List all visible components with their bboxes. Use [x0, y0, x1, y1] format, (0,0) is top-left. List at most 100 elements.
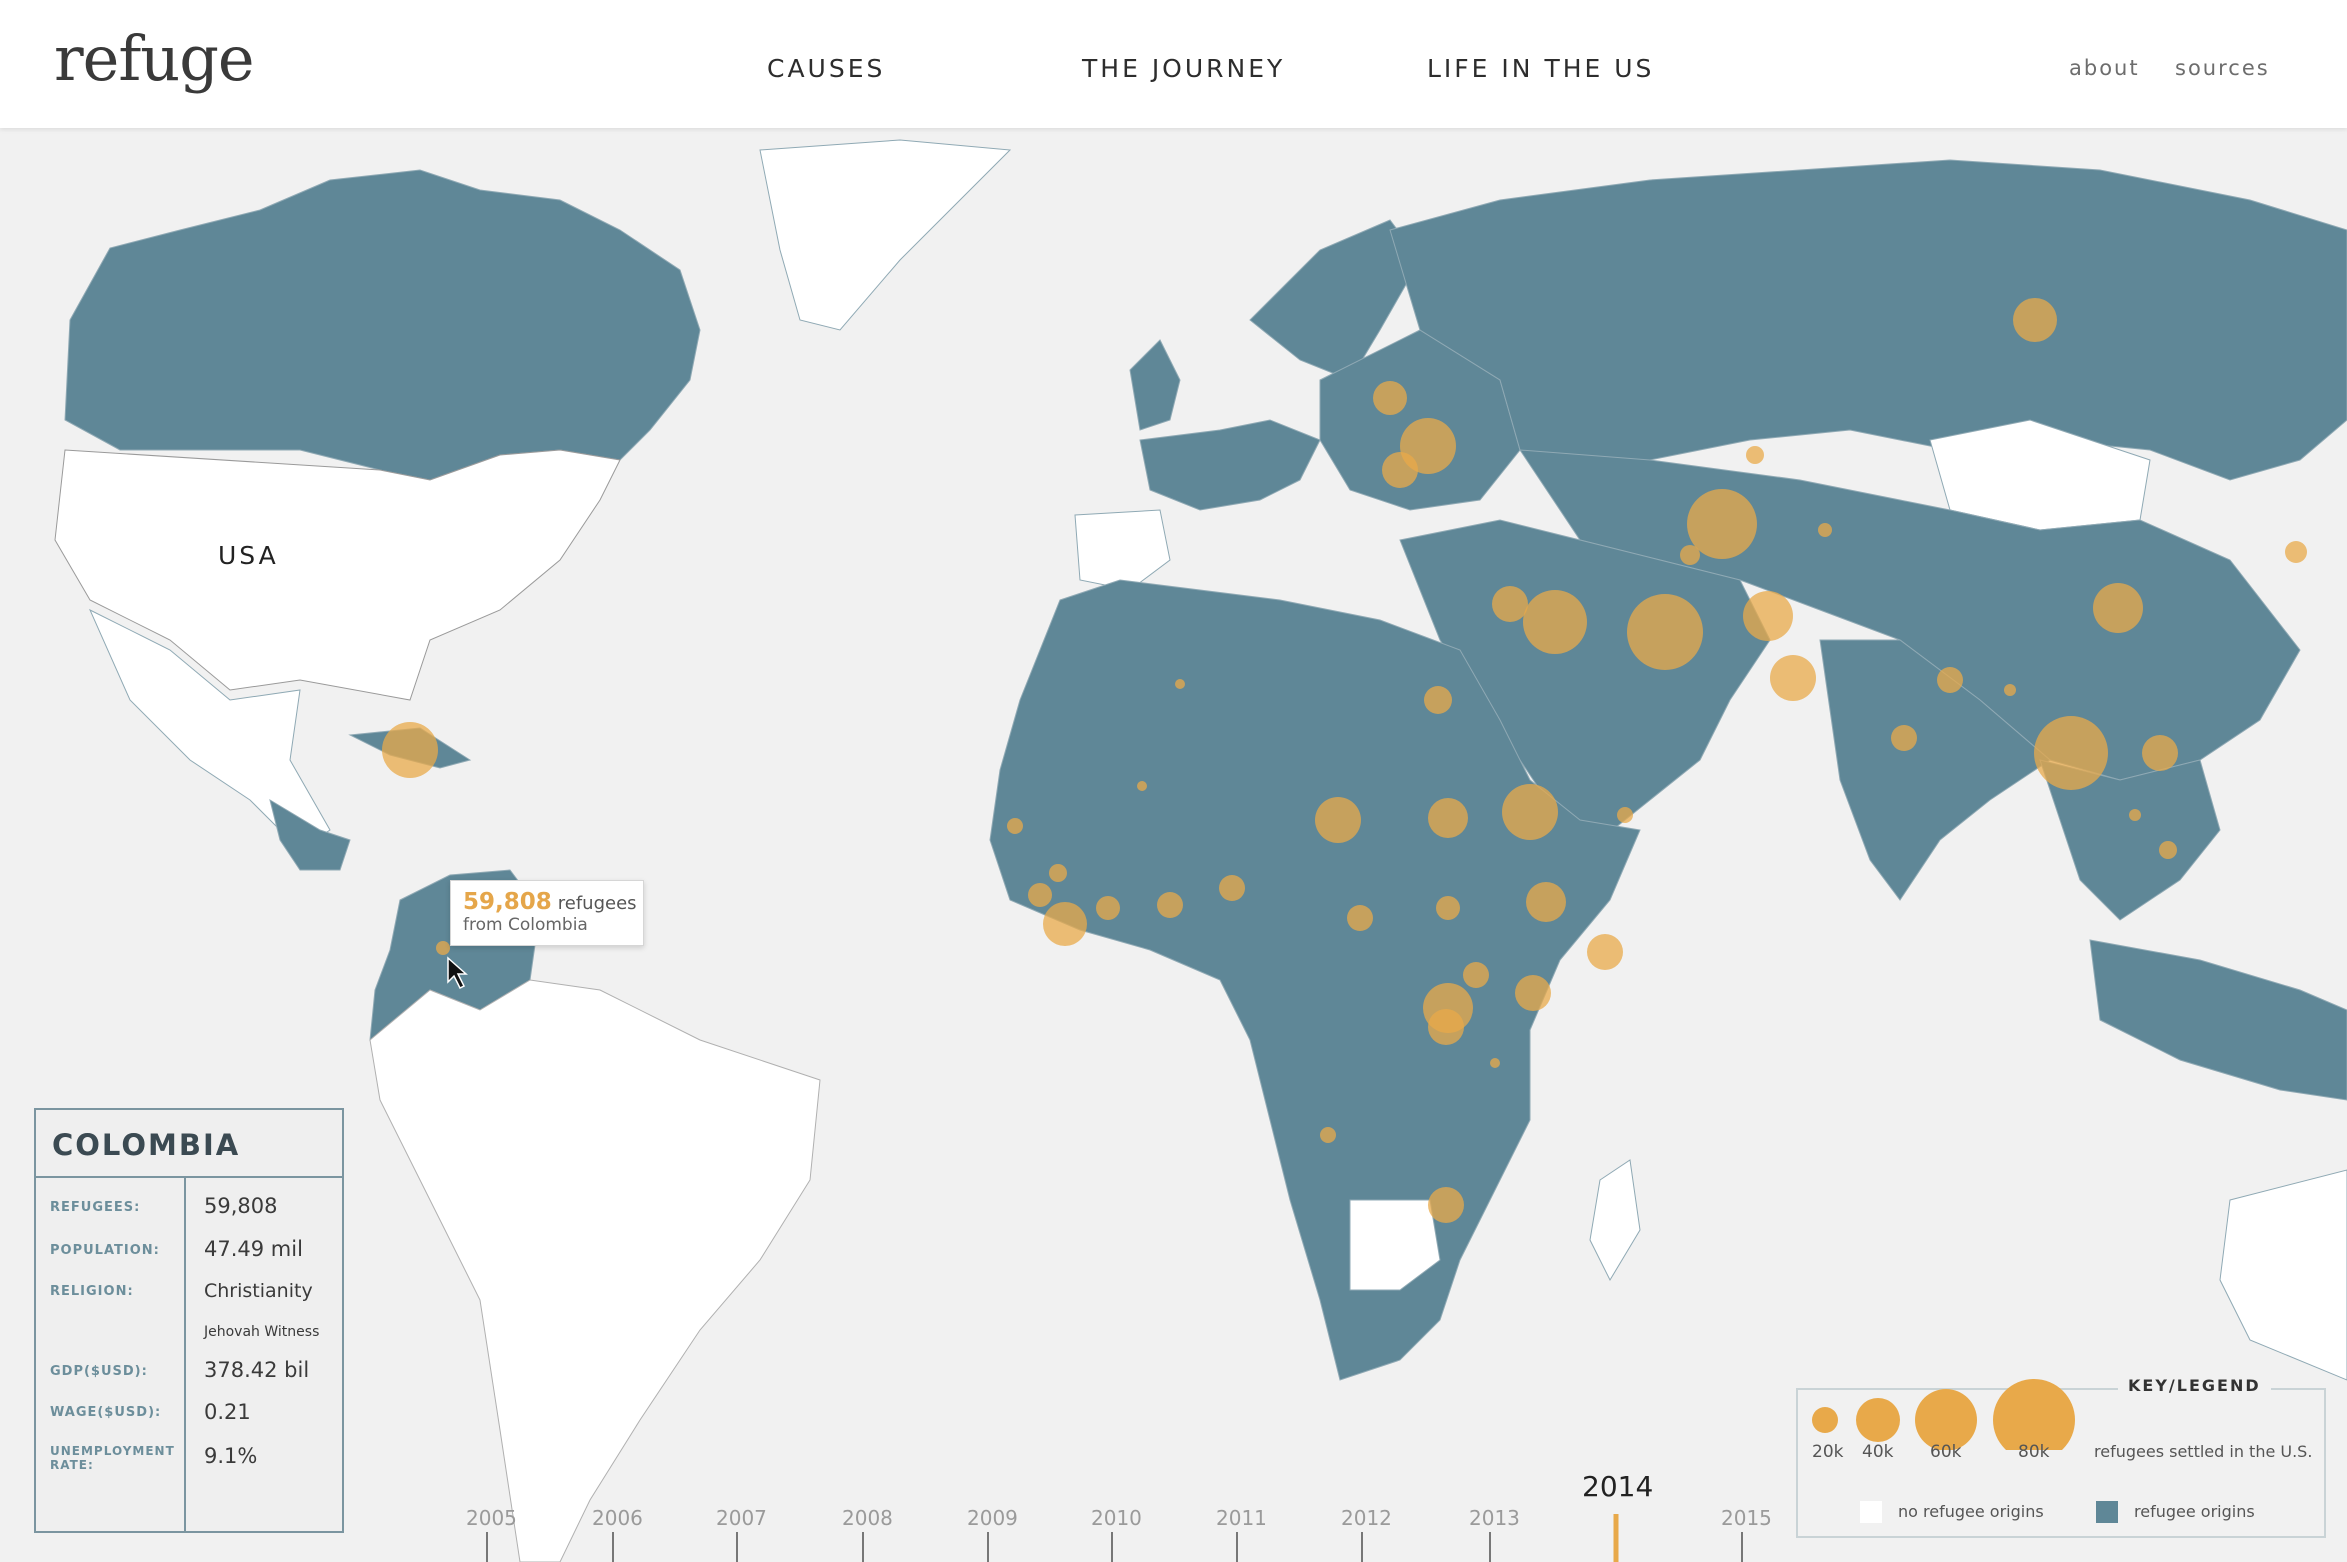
bubble-india[interactable]	[1891, 725, 1917, 751]
bubble-angola[interactable]	[1320, 1127, 1336, 1143]
year-timeline[interactable]: 2005 2006 2007 2008 2009 2010 2011 2012 …	[0, 1470, 2347, 1562]
bubble-guinea[interactable]	[1049, 864, 1067, 882]
bubble-sudan[interactable]	[1428, 798, 1468, 838]
bubble-pakistan[interactable]	[1770, 655, 1816, 701]
bubble-egypt[interactable]	[1424, 686, 1452, 714]
bubble-burma[interactable]	[2034, 716, 2108, 790]
bubble-car[interactable]	[1347, 905, 1373, 931]
bubble-afghanistan[interactable]	[1743, 591, 1793, 641]
legend-bubble-80k	[1993, 1379, 2075, 1450]
bubble-syria[interactable]	[1492, 586, 1528, 622]
year-2014-selected[interactable]: 2014	[1582, 1470, 1653, 1503]
info-value-gdp: 378.42 bil	[204, 1358, 310, 1382]
bubble-libya[interactable]	[1175, 679, 1185, 689]
bubble-kenya[interactable]	[1587, 934, 1623, 970]
nav-causes[interactable]: CAUSES	[767, 54, 885, 83]
region-europe-west[interactable]	[1139, 419, 1321, 511]
bubble-korea[interactable]	[2285, 541, 2307, 563]
info-value-population: 47.49 mil	[204, 1237, 303, 1261]
link-about[interactable]: about	[2069, 56, 2140, 80]
year-2006[interactable]: 2006	[592, 1506, 643, 1530]
legend-label-40k: 40k	[1862, 1442, 1894, 1462]
tooltip-unit: refugees	[557, 893, 637, 914]
bubble-nigeria[interactable]	[1219, 875, 1245, 901]
info-value-religion-sub: Jehovah Witness	[204, 1324, 320, 1340]
info-label-population: POPULATION:	[50, 1243, 160, 1258]
bubble-laos[interactable]	[2129, 809, 2141, 821]
legend-label-80k: 80k	[2018, 1442, 2050, 1462]
bubble-colombia[interactable]	[436, 941, 450, 955]
year-2010[interactable]: 2010	[1091, 1506, 1142, 1530]
bubble-senegal[interactable]	[1007, 818, 1023, 834]
bubble-kyrgyzstan[interactable]	[1818, 523, 1832, 537]
usa-label: USA	[218, 541, 279, 570]
bubble-mali[interactable]	[1137, 781, 1147, 791]
year-2008[interactable]: 2008	[842, 1506, 893, 1530]
info-divider	[36, 1176, 342, 1178]
year-2012[interactable]: 2012	[1341, 1506, 1392, 1530]
bubble-burundi[interactable]	[1428, 1009, 1464, 1045]
info-label-refugees: REFUGEES:	[50, 1200, 141, 1215]
bubble-ethiopia[interactable]	[1526, 882, 1566, 922]
legend-bubble-40k	[1856, 1398, 1900, 1442]
info-country-name: COLOMBIA	[52, 1128, 241, 1162]
info-label-unemployment: UNEMPLOYMENT RATE:	[50, 1444, 175, 1472]
info-value-religion: Christianity	[204, 1280, 313, 1302]
bubble-thailand[interactable]	[2159, 841, 2177, 859]
bubble-uganda[interactable]	[1515, 975, 1551, 1011]
bubble-china[interactable]	[2093, 583, 2143, 633]
legend-label-20k: 20k	[1812, 1442, 1844, 1462]
bubble-moldova[interactable]	[1382, 452, 1418, 488]
info-value-wage: 0.21	[204, 1400, 251, 1424]
bubble-belarus[interactable]	[1373, 381, 1407, 415]
info-label-religion: RELIGION:	[50, 1284, 134, 1299]
year-2015[interactable]: 2015	[1721, 1506, 1772, 1530]
link-sources[interactable]: sources	[2175, 56, 2270, 80]
legend-bubble-caption: refugees settled in the U.S.	[2094, 1442, 2313, 1461]
bubble-eritrea[interactable]	[1502, 784, 1558, 840]
legend-bubble-20k	[1812, 1407, 1838, 1433]
country-australia	[2219, 1169, 2347, 1381]
region-russia[interactable]	[1389, 159, 2347, 481]
tooltip-count: 59,808	[463, 889, 552, 915]
bubble-sierra-leone[interactable]	[1028, 883, 1052, 907]
year-2011[interactable]: 2011	[1216, 1506, 1267, 1530]
bubble-vietnam[interactable]	[2142, 735, 2178, 771]
bubble-chad[interactable]	[1315, 797, 1361, 843]
bubble-kazakhstan[interactable]	[1746, 446, 1764, 464]
header: refuge CAUSES THE JOURNEY LIFE IN THE US…	[0, 0, 2347, 128]
bubble-somalia[interactable]	[1617, 807, 1633, 823]
country-uk[interactable]	[1129, 339, 1181, 431]
logo[interactable]: refuge	[54, 22, 255, 95]
bubble-rwanda[interactable]	[1463, 962, 1489, 988]
bubble-liberia[interactable]	[1043, 902, 1087, 946]
bubble-zimbabwe[interactable]	[1428, 1187, 1464, 1223]
bubble-iran[interactable]	[1627, 594, 1703, 670]
year-2009[interactable]: 2009	[967, 1506, 1018, 1530]
bubble-bhutan[interactable]	[2004, 684, 2016, 696]
tooltip-from: from Colombia	[463, 915, 588, 935]
bubble-ivory-coast[interactable]	[1096, 896, 1120, 920]
year-2007[interactable]: 2007	[716, 1506, 767, 1530]
bubble-ghana[interactable]	[1157, 892, 1183, 918]
nav-the-journey[interactable]: THE JOURNEY	[1082, 54, 1285, 83]
bubble-south-sudan[interactable]	[1436, 896, 1460, 920]
bubble-russia[interactable]	[2013, 298, 2057, 342]
world-map: USA	[54, 139, 2347, 1562]
year-2013[interactable]: 2013	[1469, 1506, 1520, 1530]
nav-life-in-the-us[interactable]: LIFE IN THE US	[1427, 54, 1654, 83]
timeline-ticks	[486, 1514, 1743, 1562]
legend-bubble-60k	[1915, 1389, 1977, 1450]
country-canada[interactable]	[64, 169, 701, 481]
bubble-tanzania[interactable]	[1490, 1058, 1500, 1068]
bubble-nepal[interactable]	[1937, 667, 1963, 693]
year-2005[interactable]: 2005	[466, 1506, 517, 1530]
bubble-tajikistan[interactable]	[1680, 545, 1700, 565]
bubble-cuba[interactable]	[382, 722, 438, 778]
info-value-unemployment: 9.1%	[204, 1444, 258, 1468]
region-indonesia[interactable]	[2089, 939, 2347, 1101]
bubble-iraq[interactable]	[1523, 590, 1587, 654]
country-spain	[1074, 509, 1171, 591]
info-label-wage: WAGE($USD):	[50, 1405, 162, 1420]
legend-bubbles	[1812, 1379, 2075, 1450]
